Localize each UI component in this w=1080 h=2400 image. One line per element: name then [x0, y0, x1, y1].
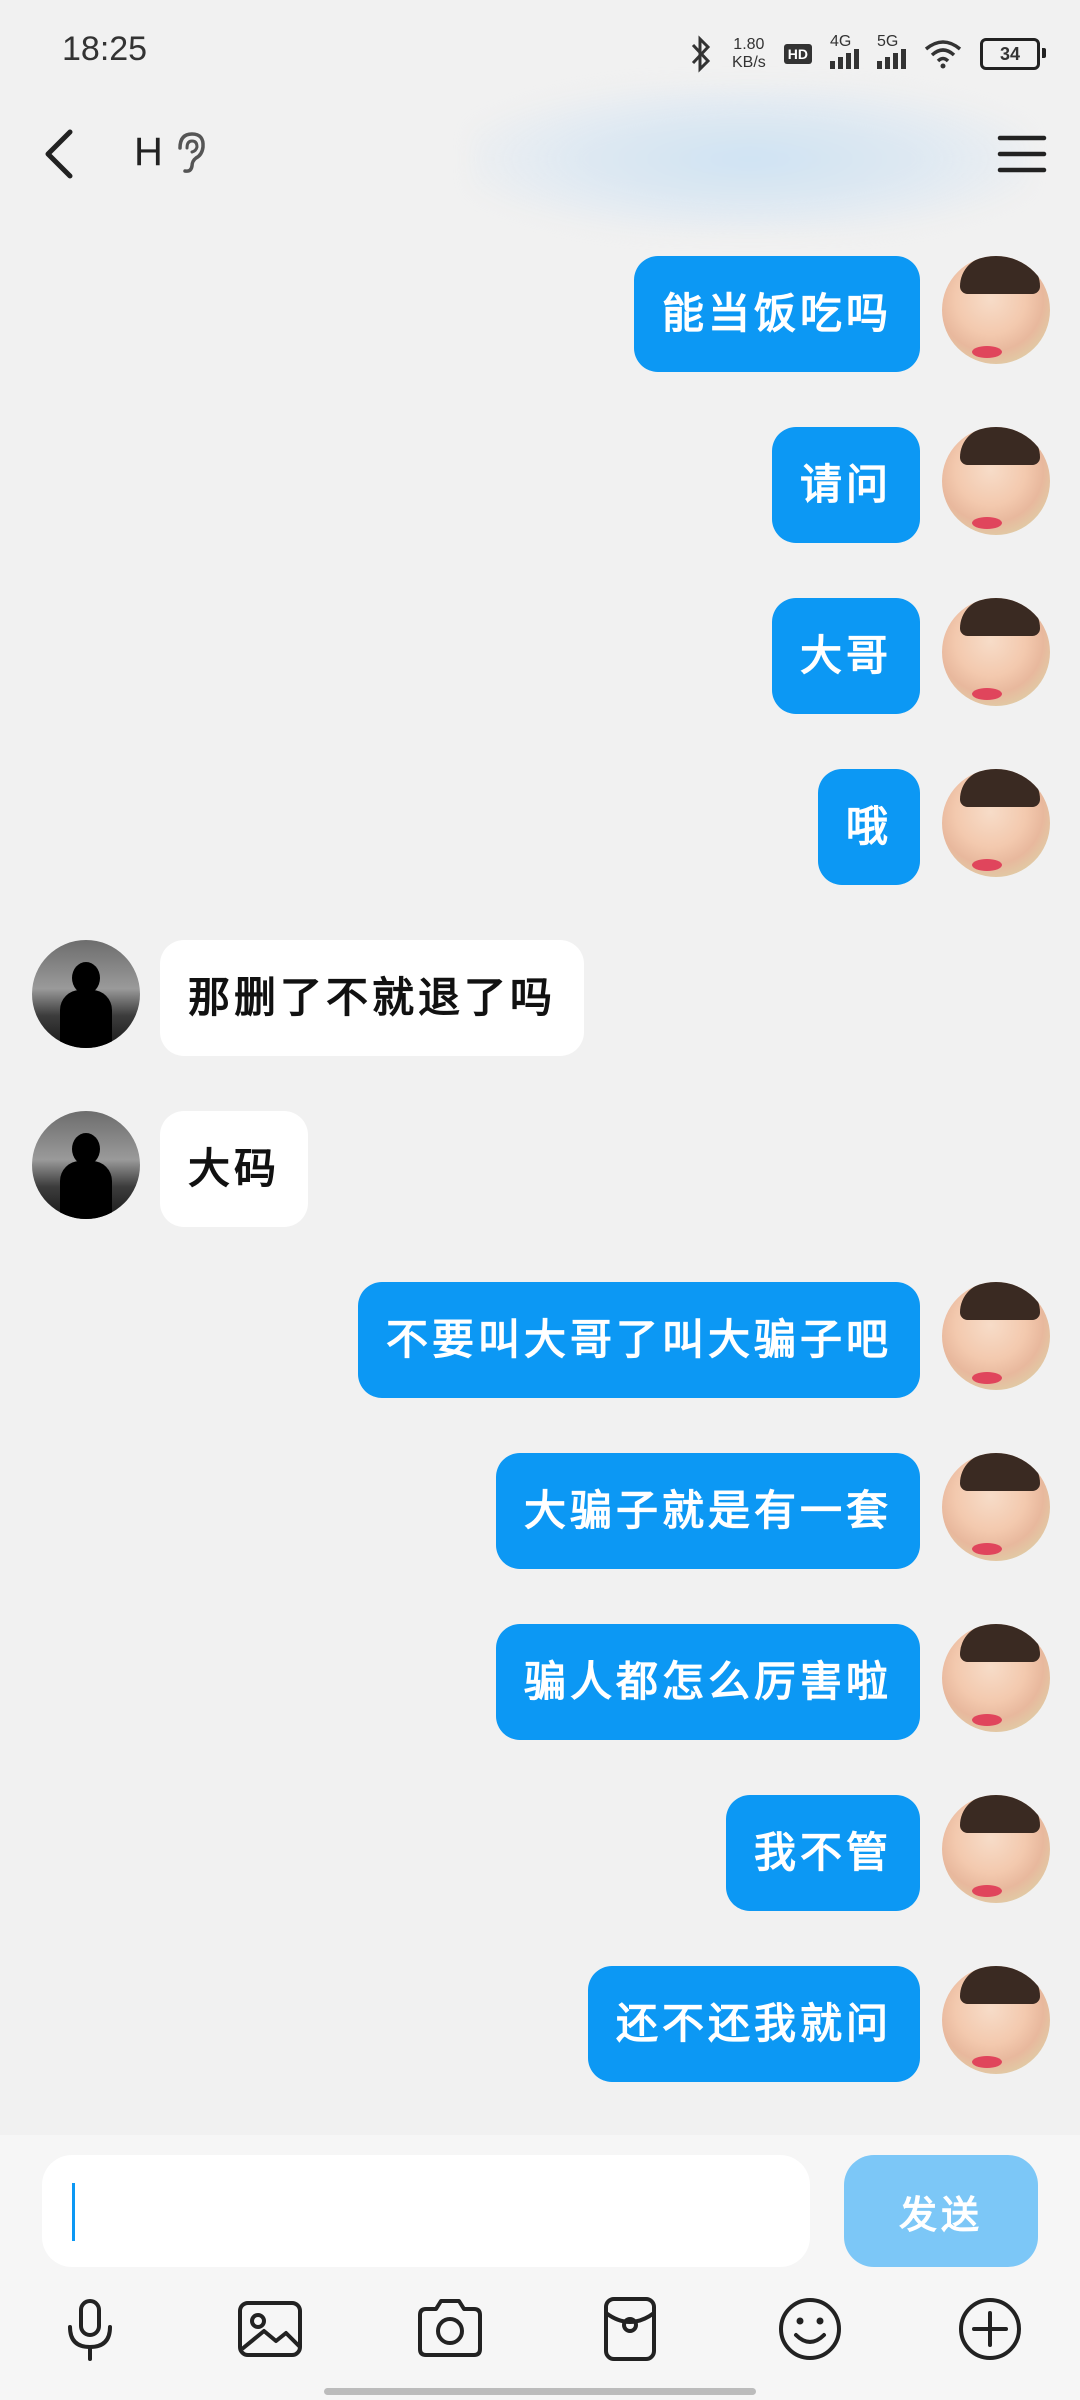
my-avatar[interactable] — [942, 256, 1050, 364]
camera-icon[interactable] — [414, 2293, 486, 2365]
battery-icon: 34 — [980, 38, 1046, 70]
ear-icon[interactable] — [172, 130, 208, 176]
my-avatar[interactable] — [942, 1282, 1050, 1390]
message-list[interactable]: 能当饭吃吗 请问 大哥 哦 那删了不就退了吗 大码 不要叫大哥了叫大骗子吧 大骗… — [0, 204, 1080, 2134]
message-row: 哦 — [0, 763, 1080, 885]
message-row: 能当饭吃吗 — [0, 250, 1080, 372]
message-bubble-sent[interactable]: 哦 — [817, 769, 920, 885]
my-avatar[interactable] — [942, 769, 1050, 877]
my-avatar[interactable] — [942, 1453, 1050, 1561]
home-indicator[interactable] — [324, 2388, 756, 2395]
send-button[interactable]: 发送 — [844, 2155, 1038, 2267]
status-time: 18:25 — [62, 30, 148, 68]
hd-volte-icon: HD — [783, 44, 812, 64]
my-avatar[interactable] — [942, 598, 1050, 706]
microphone-icon[interactable] — [54, 2293, 126, 2365]
message-bubble-sent[interactable]: 我不管 — [725, 1795, 920, 1911]
message-row: 大码 — [0, 1105, 1080, 1227]
signal-4g-icon: 4G — [830, 33, 859, 69]
message-row: 那删了不就退了吗 — [0, 934, 1080, 1056]
my-avatar[interactable] — [942, 1624, 1050, 1732]
plus-icon[interactable] — [954, 2293, 1026, 2365]
message-row: 骗人都怎么厉害啦 — [0, 1618, 1080, 1740]
message-bubble-received[interactable]: 大码 — [160, 1111, 309, 1227]
contact-avatar[interactable] — [32, 940, 140, 1048]
my-avatar[interactable] — [942, 1795, 1050, 1903]
wifi-icon — [924, 40, 962, 69]
message-bubble-sent[interactable]: 能当饭吃吗 — [633, 256, 920, 372]
message-bubble-sent[interactable]: 骗人都怎么厉害啦 — [495, 1624, 920, 1740]
message-row: 请问 — [0, 421, 1080, 543]
contact-avatar[interactable] — [32, 1111, 140, 1219]
message-bubble-sent[interactable]: 大哥 — [771, 598, 920, 714]
contact-name[interactable]: H — [134, 130, 163, 175]
network-speed-unit: KB/s — [731, 54, 766, 71]
message-input[interactable] — [42, 2155, 810, 2267]
bluetooth-icon — [691, 35, 711, 73]
emoji-icon[interactable] — [774, 2293, 846, 2365]
message-row: 大哥 — [0, 592, 1080, 714]
signal-5g-label: 5G — [877, 33, 899, 50]
network-speed-value: 1.80 — [733, 36, 765, 53]
back-button[interactable] — [30, 122, 90, 186]
message-bubble-sent[interactable]: 大骗子就是有一套 — [495, 1453, 920, 1569]
composer-bar: 发送 — [0, 2135, 1080, 2400]
chat-header: H — [0, 84, 1080, 234]
message-bubble-sent[interactable]: 还不还我就问 — [587, 1966, 920, 2082]
network-speed: 1.80 KB/s — [732, 36, 766, 72]
my-avatar[interactable] — [942, 427, 1050, 535]
message-row: 还不还我就问 — [0, 1960, 1080, 2082]
message-bubble-sent[interactable]: 不要叫大哥了叫大骗子吧 — [357, 1282, 920, 1398]
composer-toolbar — [0, 2293, 1080, 2373]
text-cursor — [72, 2183, 75, 2241]
message-row: 我不管 — [0, 1789, 1080, 1911]
status-icons: 1.80 KB/s HD 4G 5G 34 — [688, 30, 1046, 78]
message-row: 不要叫大哥了叫大骗子吧 — [0, 1276, 1080, 1398]
hamburger-menu-icon[interactable] — [994, 126, 1050, 182]
message-bubble-sent[interactable]: 请问 — [771, 427, 920, 543]
signal-5g-icon: 5G — [877, 33, 906, 69]
message-bubble-received[interactable]: 那删了不就退了吗 — [160, 940, 585, 1056]
red-packet-icon[interactable] — [594, 2293, 666, 2365]
signal-4g-label: 4G — [830, 33, 852, 50]
my-avatar[interactable] — [942, 1966, 1050, 2074]
message-row: 大骗子就是有一套 — [0, 1447, 1080, 1569]
image-icon[interactable] — [234, 2293, 306, 2365]
